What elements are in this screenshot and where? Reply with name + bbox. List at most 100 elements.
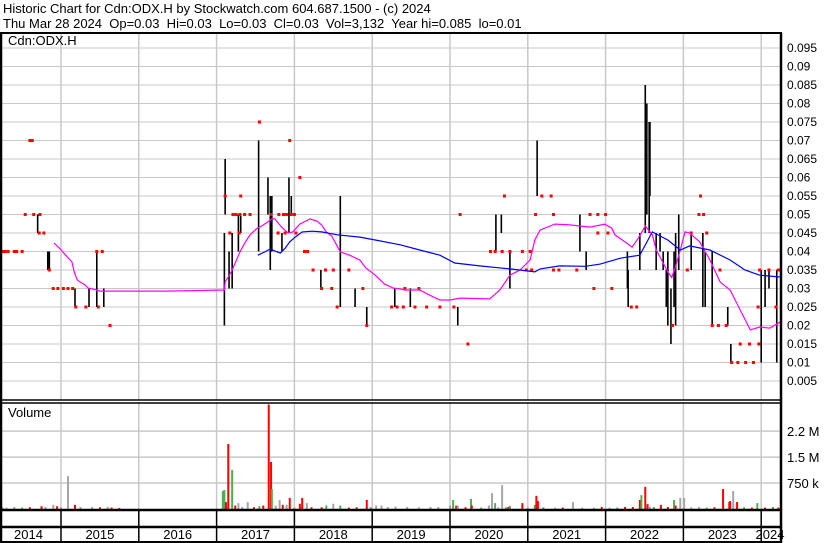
close-tick [234,213,238,216]
volume-bar [98,507,101,509]
close-tick [604,213,608,216]
close-tick [32,213,36,216]
close-tick [20,250,24,253]
close-tick [705,231,709,235]
volume-bar [464,507,467,509]
close-tick [540,194,544,198]
volume-bar [293,507,296,509]
volume-bar [375,505,378,509]
year-label: 2015 [85,527,114,542]
volume-bar [526,507,529,509]
volume-bar [274,505,277,509]
close-tick [243,213,247,216]
volume-bar [369,507,372,509]
volume-bar [281,504,284,509]
close-tick [395,305,399,309]
close-tick [38,213,42,216]
close-tick [549,194,553,198]
price-tick-label: 0.005 [787,374,817,388]
volume-bar [380,505,383,509]
volume-bar [13,507,16,509]
symbol-label: Cdn:ODX.H [8,33,77,48]
close-tick [736,361,740,364]
close-tick [718,268,722,272]
close-tick [47,268,51,272]
year-label: 2020 [474,527,503,542]
volume-bar [652,506,655,509]
volume-bar [756,503,759,509]
grid-lines [2,34,780,509]
price-tick-label: 0.02 [787,319,811,333]
price-tick-label: 0.055 [787,189,817,203]
close-tick [30,139,34,142]
price-bars [36,85,778,363]
volume-bar [600,506,603,509]
year-label: 2014 [14,527,43,542]
volume-bar [262,505,265,509]
close-tick [774,305,778,309]
volume-bar [285,504,288,509]
volume-bar [231,469,234,509]
price-tick-label: 0.015 [787,337,817,351]
volume-bar [234,505,237,509]
close-tick [452,305,456,309]
close-tick [776,268,780,272]
close-tick [365,324,369,327]
volume-bar [79,506,82,509]
close-tick [738,342,742,346]
volume-bar [648,506,651,509]
close-tick [71,287,75,290]
close-tick [557,268,561,272]
close-tick [66,287,70,290]
volume-bar [736,502,739,509]
volume-bar [224,502,227,509]
close-tick [635,305,639,309]
close-tick [756,305,760,309]
price-tick-label: 0.04 [787,245,811,259]
volume-bar [267,404,270,509]
close-tick [306,250,310,253]
close-tick [277,213,281,216]
close-tick [289,213,293,216]
volume-bar [270,488,273,509]
volume-bar [644,486,647,509]
volume-bar [743,507,746,509]
close-tick [575,268,579,272]
volume-bar [771,506,774,509]
volume-bar [60,507,62,509]
volume-bar [252,507,255,509]
volume-bar [241,506,244,509]
close-tick [51,287,55,290]
close-tick [758,268,762,272]
close-tick [401,305,405,309]
close-tick [324,268,328,272]
close-tick [488,250,492,253]
volume-bar [505,507,508,509]
price-tick-label: 0.05 [787,208,811,222]
volume-bar [288,497,291,509]
close-tick [292,213,296,216]
volume-bar [417,507,420,509]
close-tick [303,250,307,253]
close-tick [671,324,675,327]
volume-bar [310,507,313,509]
volume-bar [666,506,669,509]
close-tick [95,250,99,253]
volume-bar [258,506,261,509]
close-tick [276,231,280,235]
volume-bar [246,502,249,509]
close-tick [699,194,703,198]
volume-tick-label: 2.2 M [787,424,820,439]
close-tick [596,231,600,235]
volume-bar [491,493,494,509]
volume-tick-label: 750 k [787,476,819,491]
close-tick [320,287,324,290]
volume-bar [624,506,627,509]
close-tick [724,324,728,327]
close-tick [551,213,555,216]
close-tick [493,250,497,253]
close-tick [458,213,462,216]
close-tick [311,268,315,272]
close-tick [438,305,442,309]
volume-bar [494,503,497,509]
